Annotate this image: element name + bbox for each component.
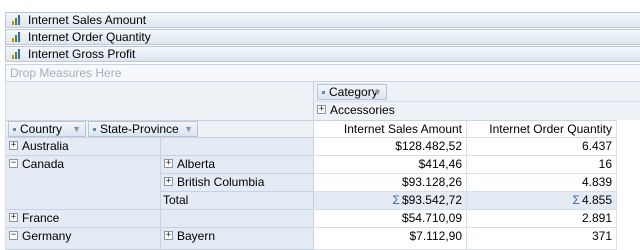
- column-field-area: Category ▼: [313, 82, 640, 101]
- country-field-chip[interactable]: Country ▼: [8, 121, 86, 137]
- state-label: Bayern: [177, 229, 216, 243]
- value-cell-qty: 371: [467, 228, 617, 250]
- pivot-corner: [5, 82, 313, 120]
- state-label: British Columbia: [177, 175, 265, 189]
- expand-icon[interactable]: +: [164, 177, 173, 187]
- country-label: Germany: [22, 229, 72, 243]
- value-cell-qty: 16: [467, 156, 617, 174]
- value-header-qty: Internet Order Quantity: [467, 120, 617, 138]
- country-label: France: [22, 211, 60, 225]
- value-header-sales: Internet Sales Amount: [313, 120, 467, 138]
- country-label: Canada: [22, 157, 65, 171]
- state-province-field-chip[interactable]: State-Province ▼: [88, 121, 198, 137]
- bar-chart-icon: [12, 15, 24, 25]
- column-member-accessories: + Accessories: [313, 101, 640, 120]
- category-label: Category: [329, 85, 378, 99]
- chevron-down-icon[interactable]: ▼: [373, 85, 382, 100]
- total-value: 4.855: [581, 193, 612, 207]
- bar-chart-icon: [12, 32, 24, 42]
- measure-label: Internet Sales Amount: [28, 13, 147, 27]
- row-header-country[interactable]: + France: [5, 210, 160, 228]
- collapse-icon[interactable]: −: [9, 231, 18, 241]
- row-header-state[interactable]: + Bayern: [160, 228, 313, 250]
- row-header-state[interactable]: + British Columbia: [160, 174, 313, 192]
- total-value: $93.542,72: [401, 193, 462, 207]
- row-header-total: Total: [160, 192, 313, 210]
- row-header-country[interactable]: − Germany: [5, 228, 160, 250]
- accessories-label: Accessories: [330, 103, 395, 117]
- value-cell-sales: $54.710,09: [313, 210, 467, 228]
- measure-label: Internet Order Quantity: [28, 30, 151, 44]
- country-label: Australia: [22, 139, 69, 153]
- chevron-down-icon[interactable]: ▼: [72, 122, 81, 137]
- measure-label: Internet Gross Profit: [28, 47, 136, 61]
- row-header-state: [160, 210, 313, 228]
- sigma-icon: Σ: [392, 193, 400, 207]
- expand-icon[interactable]: +: [9, 213, 18, 223]
- expand-icon[interactable]: +: [164, 231, 173, 241]
- value-cell-sales: $128.482,52: [313, 138, 467, 156]
- row-header-state: [160, 138, 313, 156]
- value-cell-qty: 6.437: [467, 138, 617, 156]
- total-cell-sales: Σ $93.542,72: [313, 192, 467, 210]
- country-label: Country: [20, 122, 63, 136]
- row-header-country[interactable]: + Australia: [5, 138, 160, 156]
- state-label: Alberta: [177, 157, 216, 171]
- value-cell-sales: $93.128,26: [313, 174, 467, 192]
- value-cell-sales: $414,46: [313, 156, 467, 174]
- total-cell-qty: Σ 4.855: [467, 192, 617, 210]
- row-field-area: Country ▼ State-Province ▼: [5, 120, 313, 138]
- row-header-country[interactable]: − Canada: [5, 156, 160, 210]
- value-cell-qty: 4.839: [467, 174, 617, 192]
- category-field-chip[interactable]: Category ▼: [317, 84, 387, 100]
- measure-internet-gross-profit[interactable]: Internet Gross Profit: [5, 46, 640, 62]
- value-cell-sales: $7.112,90: [313, 228, 467, 250]
- collapse-icon[interactable]: −: [9, 159, 18, 169]
- measure-internet-sales-amount[interactable]: Internet Sales Amount: [5, 12, 640, 28]
- drop-measures-area[interactable]: Drop Measures Here: [5, 64, 640, 82]
- chevron-down-icon[interactable]: ▼: [184, 122, 193, 137]
- expand-icon[interactable]: +: [164, 159, 173, 169]
- state-province-label: State-Province: [100, 122, 179, 136]
- expand-icon[interactable]: +: [9, 141, 18, 151]
- expand-icon[interactable]: +: [317, 105, 326, 115]
- row-header-state[interactable]: + Alberta: [160, 156, 313, 174]
- sigma-icon: Σ: [572, 193, 580, 207]
- measure-internet-order-quantity[interactable]: Internet Order Quantity: [5, 29, 640, 45]
- bar-chart-icon: [12, 49, 24, 59]
- value-cell-qty: 2.891: [467, 210, 617, 228]
